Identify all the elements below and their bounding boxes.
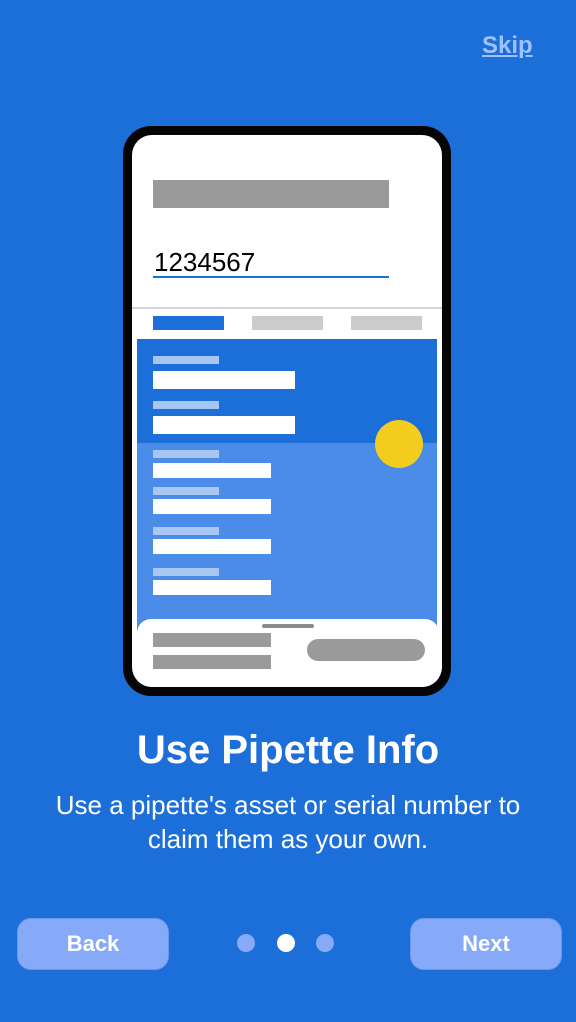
placeholder-bar [153,633,271,647]
next-button[interactable]: Next [410,918,562,970]
placeholder-label [153,450,219,458]
pager-dot-active[interactable] [277,934,295,952]
placeholder-tab [252,316,323,330]
pager-dot[interactable] [237,934,255,952]
placeholder-button [307,639,425,661]
placeholder-bottom-sheet [137,619,439,687]
back-button[interactable]: Back [17,918,169,970]
placeholder-tab [351,316,422,330]
divider [132,307,442,309]
placeholder-tab-active [153,316,224,330]
placeholder-label [153,527,219,535]
placeholder-field [153,539,271,554]
skip-link[interactable]: Skip [482,32,533,60]
page-description: Use a pipette's asset or serial number t… [55,790,521,854]
phone-screen: 1234567 [132,135,442,687]
placeholder-field [153,371,295,389]
placeholder-label [153,356,219,364]
placeholder-label [153,568,219,576]
serial-number-value: 1234567 [154,247,256,277]
placeholder-field [153,580,271,595]
input-underline [153,276,389,278]
placeholder-bar [153,655,271,669]
placeholder-label [153,401,219,409]
sheet-handle [262,624,314,628]
placeholder-field [153,416,295,434]
placeholder-field [153,463,271,478]
page-title: Use Pipette Info [136,728,440,772]
placeholder-title-bar [153,180,389,208]
placeholder-label [153,487,219,495]
placeholder-fab [375,420,423,468]
placeholder-form-panel [137,339,437,639]
phone-illustration: 1234567 [123,126,451,696]
placeholder-field [153,499,271,514]
pager-dot[interactable] [316,934,334,952]
